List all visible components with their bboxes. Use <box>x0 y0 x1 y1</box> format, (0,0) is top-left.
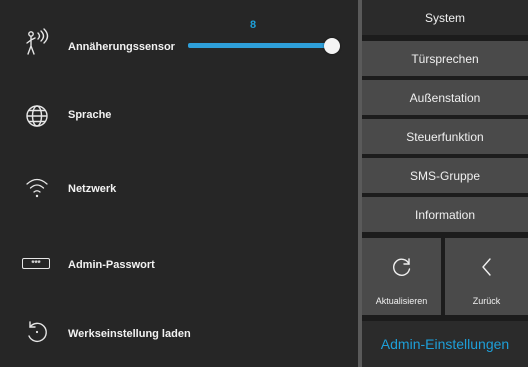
globe-icon <box>26 105 48 127</box>
admin-menu: System Türsprechen Außenstation Steuerfu… <box>362 0 528 367</box>
back-label: Zurück <box>472 296 501 306</box>
menu-item-door-intercom[interactable]: Türsprechen <box>362 41 528 76</box>
restore-icon <box>28 321 47 343</box>
language-row[interactable]: Sprache <box>0 96 358 136</box>
admin-password-row[interactable]: *** Admin-Passwort <box>0 244 358 284</box>
menu-item-control-function[interactable]: Steuerfunktion <box>362 119 528 154</box>
menu-item-information[interactable]: Information <box>362 197 528 232</box>
wifi-icon <box>26 178 48 198</box>
proximity-sensor-slider-track[interactable] <box>188 43 338 48</box>
factory-reset-label: Werkseinstellung laden <box>68 328 191 340</box>
network-label: Netzwerk <box>68 183 117 195</box>
proximity-sensor-slider-thumb[interactable] <box>324 38 340 54</box>
menu-item-system[interactable]: System <box>362 0 528 35</box>
admin-settings-title: Admin-Einstellungen <box>362 321 528 367</box>
proximity-sensor-icon <box>26 28 49 55</box>
proximity-sensor-label: Annäherungssensor <box>68 41 175 53</box>
chevron-left-icon <box>481 258 491 276</box>
menu-item-outdoor-station[interactable]: Außenstation <box>362 80 528 115</box>
refresh-button[interactable]: Aktualisieren <box>362 238 441 315</box>
network-row[interactable]: Netzwerk <box>0 168 358 208</box>
refresh-icon <box>392 258 410 276</box>
admin-password-label: Admin-Passwort <box>68 259 155 271</box>
factory-reset-row[interactable]: Werkseinstellung laden <box>0 314 358 354</box>
refresh-label: Aktualisieren <box>375 296 428 306</box>
language-label: Sprache <box>68 109 112 121</box>
password-icon: *** <box>22 258 50 269</box>
settings-panel: Annäherungssensor 8 Sprache Netzwerk ***… <box>0 0 358 367</box>
menu-item-sms-group[interactable]: SMS-Gruppe <box>362 158 528 193</box>
proximity-sensor-value: 8 <box>250 19 257 31</box>
back-button[interactable]: Zurück <box>445 238 528 315</box>
